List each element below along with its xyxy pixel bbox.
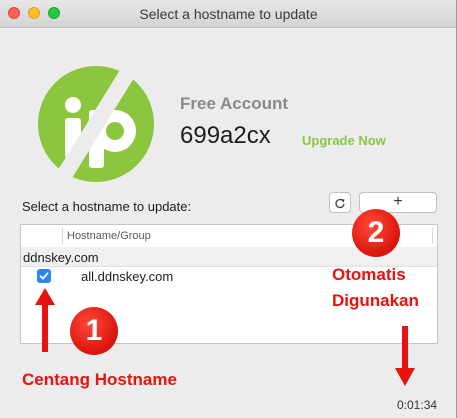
refresh-icon — [335, 198, 345, 208]
title-bar: Select a hostname to update — [0, 0, 457, 28]
hostname-label: all.ddnskey.com — [81, 269, 174, 284]
column-divider — [432, 228, 433, 244]
annotation-badge-2: 2 — [352, 209, 400, 257]
down-arrow-icon — [395, 326, 415, 386]
hostname-checkbox[interactable] — [37, 269, 51, 283]
refresh-button[interactable] — [329, 192, 351, 213]
up-arrow-icon — [35, 288, 55, 352]
account-type-label: Free Account — [180, 94, 289, 113]
account-id: 699a2cx — [180, 122, 271, 149]
checkmark-icon — [39, 272, 49, 280]
hostname-section-label: Select a hostname to update: — [22, 199, 192, 214]
group-label: ddnskey.com — [23, 250, 99, 265]
ip-logo-icon — [38, 66, 154, 182]
column-divider — [62, 228, 63, 244]
annotation-badge-1: 1 — [70, 307, 118, 355]
window-title: Select a hostname to update — [139, 6, 318, 22]
update-timer: 0:01:34 — [397, 398, 438, 412]
annotation-label-2-line1: Otomatis — [332, 265, 406, 284]
annotation-label-2-line2: Digunakan — [332, 291, 419, 310]
annotation-label-1: Centang Hostname — [22, 370, 177, 389]
upgrade-now-link[interactable]: Upgrade Now — [302, 133, 386, 148]
hostname-group-column-header[interactable]: Hostname/Group — [67, 230, 151, 242]
app-window: Select a hostname to update Free Account… — [0, 0, 457, 418]
